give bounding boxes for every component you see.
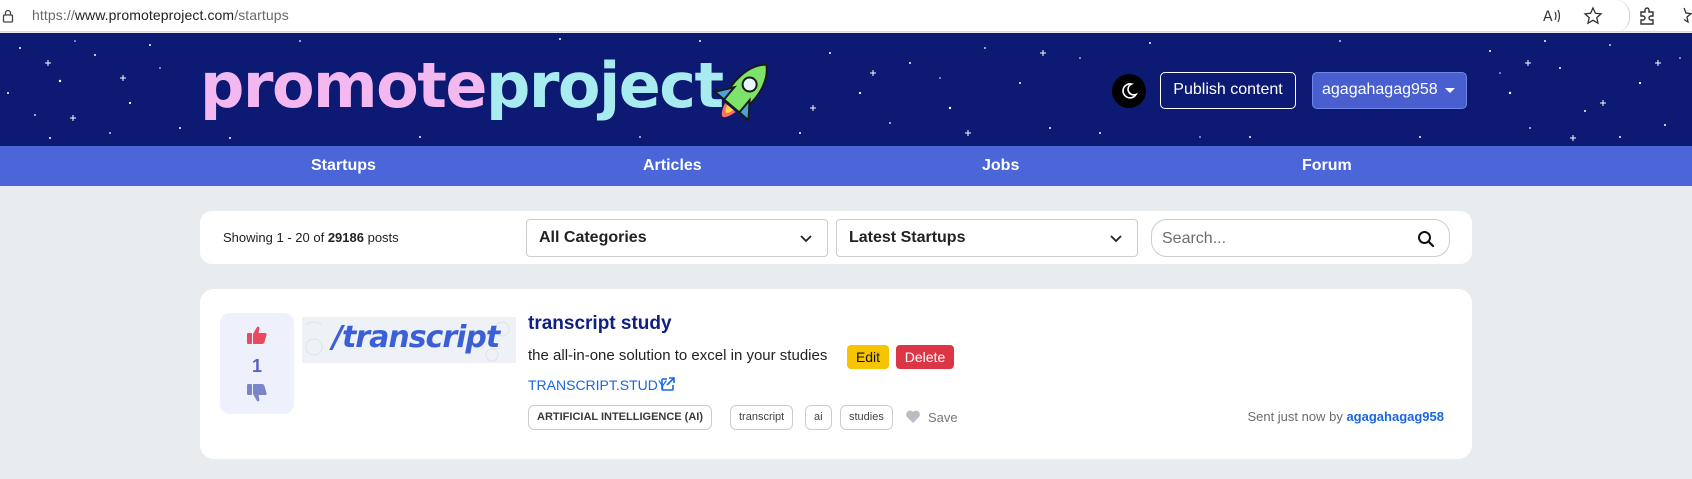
username-label: agagahagag958 xyxy=(1322,81,1438,98)
main-nav: Startups Articles Jobs Forum xyxy=(0,146,1692,186)
total-posts: 29186 xyxy=(327,230,364,245)
sort-select-value: Latest Startups xyxy=(849,229,966,246)
logo-text-promote: promote xyxy=(200,49,487,122)
filter-bar: Showing 1 - 20 of 29186 posts All Catego… xyxy=(200,211,1472,264)
publish-content-button[interactable]: Publish content xyxy=(1160,72,1296,109)
category-tag[interactable]: ARTIFICIAL INTELLIGENCE (AI) xyxy=(528,405,713,430)
sent-prefix: Sent just now by xyxy=(1247,409,1343,424)
nav-item-articles[interactable]: Articles xyxy=(643,146,702,186)
post-title[interactable]: transcript study xyxy=(528,313,672,335)
category-select[interactable]: All Categories xyxy=(526,219,828,257)
svg-text:A: A xyxy=(1543,9,1553,25)
dark-mode-toggle[interactable] xyxy=(1112,74,1146,108)
post-website-link[interactable]: TRANSCRIPT.STUDY xyxy=(528,377,667,393)
nav-item-forum[interactable]: Forum xyxy=(1302,146,1352,186)
thumbnail-brand-text: /transcript xyxy=(332,320,500,355)
post-description: the all-in-one solution to excel in your… xyxy=(528,347,828,364)
search-box xyxy=(1151,219,1450,257)
rocket-icon xyxy=(712,63,768,123)
showing-suffix: posts xyxy=(367,230,399,245)
thumbs-up-icon[interactable] xyxy=(246,325,268,345)
results-count: Showing 1 - 20 of 29186 posts xyxy=(223,230,399,245)
moon-icon xyxy=(1122,83,1138,99)
external-link-icon[interactable] xyxy=(660,376,676,392)
favorite-star-icon[interactable] xyxy=(1583,6,1603,26)
showing-prefix: Showing 1 - 20 of xyxy=(223,230,325,245)
edit-button[interactable]: Edit xyxy=(847,345,889,369)
tag-transcript[interactable]: transcript xyxy=(730,405,794,430)
url-path: /startups xyxy=(234,7,289,23)
post-meta: Sent just now by agagahagag958 xyxy=(1247,409,1444,424)
search-icon[interactable] xyxy=(1417,230,1435,248)
heart-icon[interactable] xyxy=(905,409,921,424)
post-thumbnail[interactable]: /transcript xyxy=(302,317,516,363)
startup-post-card: 1 /transcript transcript study the all-i… xyxy=(200,289,1472,459)
chevron-down-icon xyxy=(1110,235,1122,243)
category-select-value: All Categories xyxy=(539,229,647,246)
author-link[interactable]: agagahagag958 xyxy=(1346,409,1444,424)
thumbs-down-icon[interactable] xyxy=(246,383,268,403)
extensions-icon[interactable] xyxy=(1637,6,1657,26)
url-scheme: https:// xyxy=(32,7,75,23)
browser-address-bar: https://www.promoteproject.com/startups … xyxy=(0,0,1692,32)
logo-text-project: project xyxy=(485,49,724,122)
site-logo[interactable]: promoteproject xyxy=(200,55,724,117)
caret-down-icon xyxy=(1445,88,1455,93)
tag-studies[interactable]: studies xyxy=(840,405,893,430)
site-header: promoteproject Publish content agagahaga… xyxy=(0,33,1692,146)
page-info-icon[interactable] xyxy=(2,9,14,23)
sort-select[interactable]: Latest Startups xyxy=(836,219,1138,257)
vote-count: 1 xyxy=(251,356,262,376)
address-bar-separator xyxy=(1616,0,1630,32)
url-field[interactable]: https://www.promoteproject.com/startups xyxy=(32,7,289,23)
favorites-icon[interactable] xyxy=(1676,6,1692,26)
search-input[interactable] xyxy=(1162,228,1402,250)
nav-item-startups[interactable]: Startups xyxy=(311,146,376,186)
nav-item-jobs[interactable]: Jobs xyxy=(982,146,1019,186)
user-menu-dropdown[interactable]: agagahagag958 xyxy=(1312,72,1467,109)
save-button[interactable]: Save xyxy=(928,410,958,425)
tag-ai[interactable]: ai xyxy=(805,405,832,430)
url-host: www.promoteproject.com xyxy=(74,7,235,23)
vote-box: 1 xyxy=(220,313,294,414)
read-aloud-icon[interactable]: A xyxy=(1543,7,1563,25)
chevron-down-icon xyxy=(800,235,812,243)
delete-button[interactable]: Delete xyxy=(896,345,954,369)
